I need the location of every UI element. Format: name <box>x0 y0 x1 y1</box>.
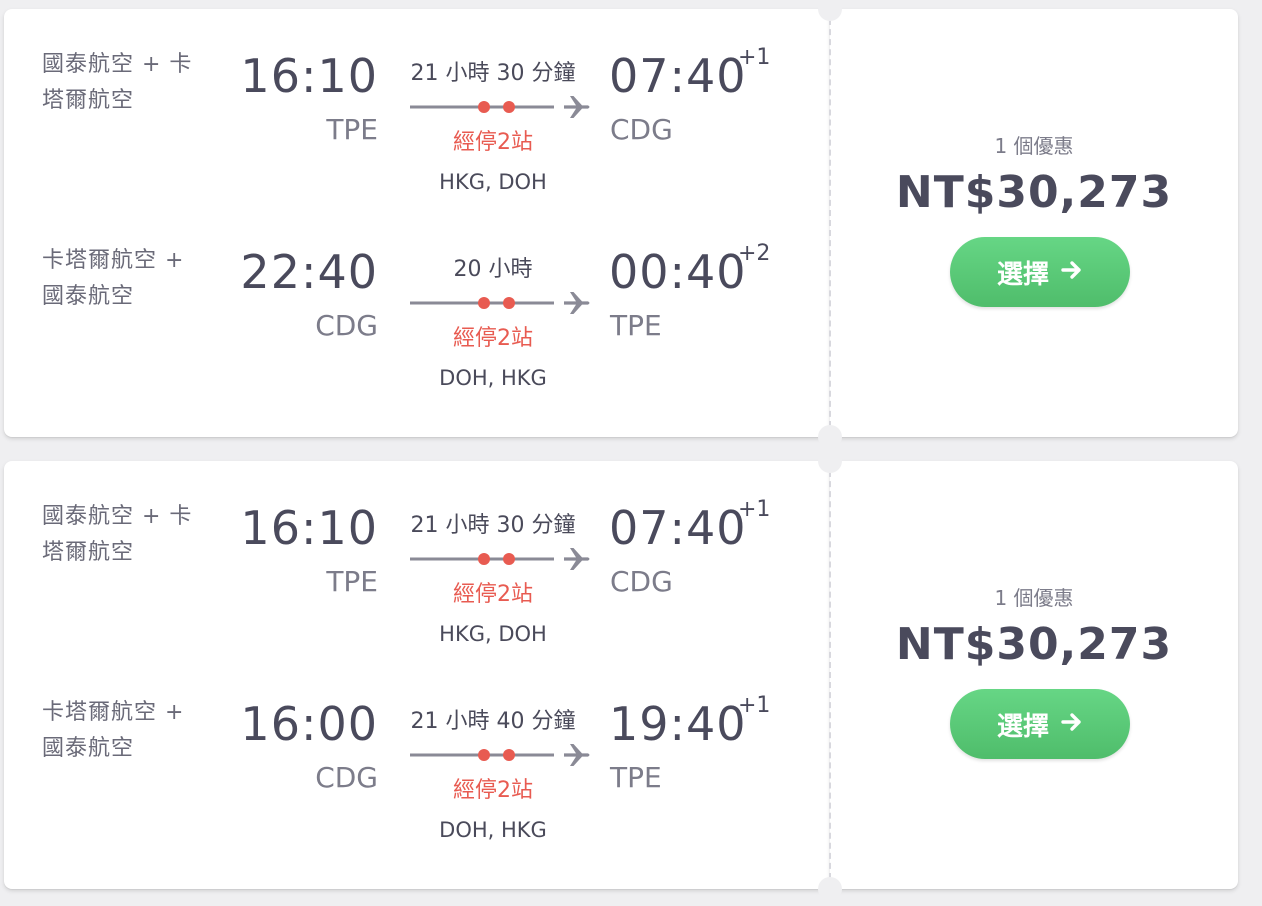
ticket-notch <box>818 877 842 901</box>
departure-time: 16:10 <box>240 501 378 555</box>
stop-dot-icon <box>503 749 515 761</box>
arrow-right-icon <box>1061 257 1083 287</box>
airline-names-line: 國泰航空 <box>42 284 135 309</box>
select-button-label: 選擇 <box>996 711 1049 742</box>
flight-duration: 21 小時 40 分鐘 <box>410 709 576 734</box>
ticket-notch <box>818 425 842 449</box>
arrival-day-offset: +2 <box>738 241 771 266</box>
flight-duration: 20 小時 <box>453 257 533 282</box>
flight-result-card: 國泰航空 + 卡 塔爾航空 16:10 TPE 21 小時 30 分鐘 經停2站… <box>4 0 1238 449</box>
airplane-icon <box>564 292 590 314</box>
arrival-airport: CDG <box>610 565 673 598</box>
stopover-airports: DOH, HKG <box>439 366 547 390</box>
route-line <box>408 548 594 570</box>
airline-names-line: 塔爾航空 <box>42 540 135 565</box>
airline-names: 卡塔爾航空 + 國泰航空 <box>42 243 202 315</box>
stop-dot-icon <box>478 553 490 565</box>
airline-names-line: 塔爾航空 <box>42 88 135 113</box>
flight-result-card: 國泰航空 + 卡 塔爾航空 16:10 TPE 21 小時 30 分鐘 經停2站… <box>4 449 1238 901</box>
arrival-day-offset: +1 <box>738 497 771 522</box>
stop-dot-icon <box>503 101 515 113</box>
departure-airport: TPE <box>326 565 378 598</box>
arrival-day-offset: +1 <box>738 693 771 718</box>
stop-count: 經停2站 <box>453 130 533 155</box>
airline-names: 國泰航空 + 卡 塔爾航空 <box>42 499 202 571</box>
departure-time: 16:00 <box>240 697 378 751</box>
route-line <box>408 744 594 766</box>
arrow-right-icon <box>1061 709 1083 739</box>
arrival-time: 07:40 <box>609 501 747 555</box>
arrival-airport: TPE <box>610 761 662 794</box>
route-line <box>408 96 594 118</box>
itinerary-panel[interactable]: 國泰航空 + 卡 塔爾航空 16:10 TPE 21 小時 30 分鐘 經停2站… <box>4 461 833 889</box>
flight-duration: 21 小時 30 分鐘 <box>410 61 576 86</box>
departure-time: 16:10 <box>240 49 378 103</box>
deal-count: 1 個優惠 <box>994 134 1074 158</box>
select-button[interactable]: 選擇 <box>950 689 1130 759</box>
airline-names-line: 卡塔爾航空 + <box>42 700 185 725</box>
price-panel: 1 個優惠 NT$30,273 選擇 <box>830 461 1238 889</box>
outbound-leg: 國泰航空 + 卡 塔爾航空 16:10 TPE 21 小時 30 分鐘 經停2站… <box>4 9 833 205</box>
airline-names: 國泰航空 + 卡 塔爾航空 <box>42 47 202 119</box>
flight-duration: 21 小時 30 分鐘 <box>410 513 576 538</box>
airline-names-line: 國泰航空 + 卡 <box>42 52 193 77</box>
stop-dot-icon <box>478 297 490 309</box>
ticket-perforation <box>829 9 831 437</box>
airplane-icon <box>564 744 590 766</box>
itinerary-panel[interactable]: 國泰航空 + 卡 塔爾航空 16:10 TPE 21 小時 30 分鐘 經停2站… <box>4 9 833 437</box>
stop-count: 經停2站 <box>453 582 533 607</box>
airline-names-line: 卡塔爾航空 + <box>42 248 185 273</box>
stop-dot-icon <box>478 749 490 761</box>
arrival-time: 07:40 <box>609 49 747 103</box>
airplane-icon <box>564 548 590 570</box>
airline-names-line: 國泰航空 + 卡 <box>42 504 193 529</box>
flight-results-list: 國泰航空 + 卡 塔爾航空 16:10 TPE 21 小時 30 分鐘 經停2站… <box>0 0 1262 906</box>
stopover-airports: HKG, DOH <box>439 622 547 646</box>
return-leg: 卡塔爾航空 + 國泰航空 16:00 CDG 21 小時 40 分鐘 經停2站 … <box>4 657 833 853</box>
departure-airport: CDG <box>315 309 378 342</box>
departure-time: 22:40 <box>240 245 378 299</box>
airline-names: 卡塔爾航空 + 國泰航空 <box>42 695 202 767</box>
stopover-airports: HKG, DOH <box>439 170 547 194</box>
select-button[interactable]: 選擇 <box>950 237 1130 307</box>
stop-dot-icon <box>478 101 490 113</box>
ticket-notch <box>818 449 842 473</box>
arrival-day-offset: +1 <box>738 45 771 70</box>
price: NT$30,273 <box>895 167 1173 218</box>
price: NT$30,273 <box>895 619 1173 670</box>
airplane-icon <box>564 96 590 118</box>
deal-count: 1 個優惠 <box>994 586 1074 610</box>
select-button-label: 選擇 <box>996 259 1049 290</box>
arrival-time: 19:40 <box>609 697 747 751</box>
arrival-airport: CDG <box>610 113 673 146</box>
stop-count: 經停2站 <box>453 778 533 803</box>
price-panel: 1 個優惠 NT$30,273 選擇 <box>830 9 1238 437</box>
stop-count: 經停2站 <box>453 326 533 351</box>
arrival-airport: TPE <box>610 309 662 342</box>
stop-dot-icon <box>503 553 515 565</box>
stop-dot-icon <box>503 297 515 309</box>
airline-names-line: 國泰航空 <box>42 736 135 761</box>
return-leg: 卡塔爾航空 + 國泰航空 22:40 CDG 20 小時 經停2站 DOH, H… <box>4 205 833 401</box>
stopover-airports: DOH, HKG <box>439 818 547 842</box>
outbound-leg: 國泰航空 + 卡 塔爾航空 16:10 TPE 21 小時 30 分鐘 經停2站… <box>4 461 833 657</box>
departure-airport: TPE <box>326 113 378 146</box>
route-line <box>408 292 594 314</box>
departure-airport: CDG <box>315 761 378 794</box>
arrival-time: 00:40 <box>609 245 747 299</box>
ticket-perforation <box>829 461 831 889</box>
